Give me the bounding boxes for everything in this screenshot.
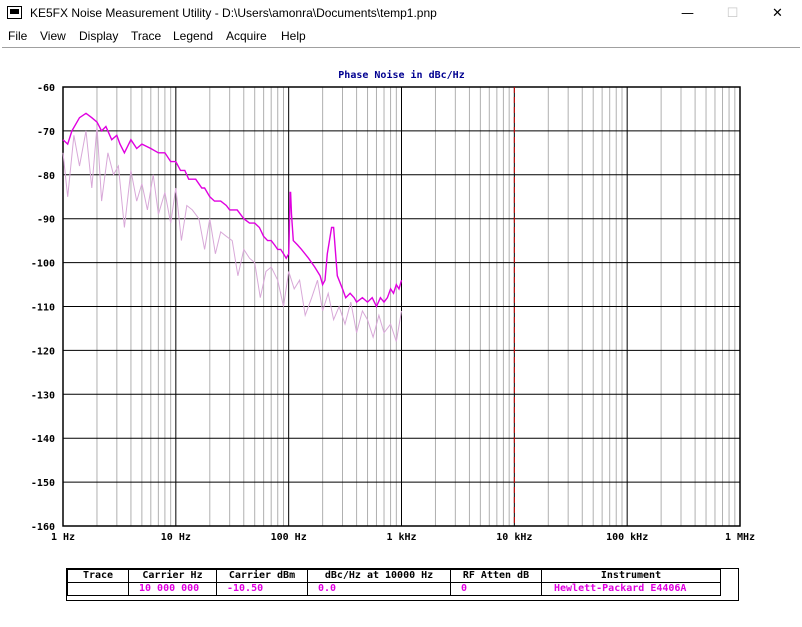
series-line-raw <box>62 126 402 342</box>
plot-area: 1 Hz 10 Hz 100 Hz 1 kHz 10 kHz 100 kHz 1 MHz -6… <box>2 47 800 626</box>
cell-trace <box>67 582 129 596</box>
cell-rf-atten: 0 <box>450 582 542 596</box>
x-tick-label: 100 Hz <box>271 532 307 543</box>
title-bar: KE5FX Noise Measurement Utility - D:\Use… <box>0 0 802 27</box>
menu-file[interactable]: File <box>8 29 27 43</box>
window-title: KE5FX Noise Measurement Utility - D:\Use… <box>30 6 437 20</box>
y-tick-label: -110 <box>31 303 55 314</box>
chart-title: Phase Noise in dBc/Hz <box>338 69 464 81</box>
x-tick-label: 1 kHz <box>386 532 416 543</box>
cell-carrier-hz: 10 000 000 <box>128 582 217 596</box>
header-carrier-dbm: Carrier dBm <box>216 569 308 583</box>
y-tick-label: -120 <box>31 346 55 357</box>
legend-table: Trace Carrier Hz Carrier dBm dBc/Hz at 1… <box>67 569 721 596</box>
cell-instrument: Hewlett-Packard E4406A <box>541 582 721 596</box>
menu-acquire[interactable]: Acquire <box>226 29 267 43</box>
minimize-button[interactable]: — <box>665 0 710 27</box>
menu-display[interactable]: Display <box>79 29 118 43</box>
x-tick-label: 10 kHz <box>496 532 532 543</box>
menu-view[interactable]: View <box>40 29 66 43</box>
menu-bar: File View Display Trace Legend Acquire H… <box>0 27 802 46</box>
maximize-button: ☐ <box>726 6 739 21</box>
close-button[interactable]: ✕ <box>755 0 800 27</box>
y-tick-label: -90 <box>37 215 55 226</box>
header-carrier-hz: Carrier Hz <box>128 569 217 583</box>
x-tick-label: 1 MHz <box>725 532 755 543</box>
legend-table-row: 10 000 000 -10.50 0.0 0 Hewlett-Packard … <box>67 582 721 596</box>
y-tick-label: -160 <box>31 522 55 533</box>
x-tick-label: 10 Hz <box>161 532 191 543</box>
legend-table-header-row: Trace Carrier Hz Carrier dBm dBc/Hz at 1… <box>67 569 721 583</box>
header-rf-atten: RF Atten dB <box>450 569 542 583</box>
cell-dbc-hz: 0.0 <box>307 582 451 596</box>
series-line-phase-noise <box>62 112 403 309</box>
y-tick-label: -100 <box>31 259 55 270</box>
y-tick-label: -140 <box>31 434 55 445</box>
header-trace: Trace <box>67 569 129 583</box>
y-tick-label: -130 <box>31 390 55 401</box>
menu-help[interactable]: Help <box>281 29 306 43</box>
phase-noise-chart: 1 Hz 10 Hz 100 Hz 1 kHz 10 kHz 100 kHz 1 MHz -6… <box>31 69 755 543</box>
header-instrument: Instrument <box>541 569 721 583</box>
x-tick-label: 100 kHz <box>606 532 648 543</box>
y-tick-label: -80 <box>37 171 55 182</box>
y-tick-label: -150 <box>31 478 55 489</box>
menu-legend[interactable]: Legend <box>173 29 213 43</box>
y-tick-label: -60 <box>37 83 55 94</box>
header-dbc-hz: dBc/Hz at 10000 Hz <box>307 569 451 583</box>
menu-trace[interactable]: Trace <box>131 29 161 43</box>
app-icon[interactable] <box>7 6 22 19</box>
y-tick-label: -70 <box>37 127 55 138</box>
x-tick-label: 1 Hz <box>51 532 75 543</box>
cell-carrier-dbm: -10.50 <box>216 582 308 596</box>
